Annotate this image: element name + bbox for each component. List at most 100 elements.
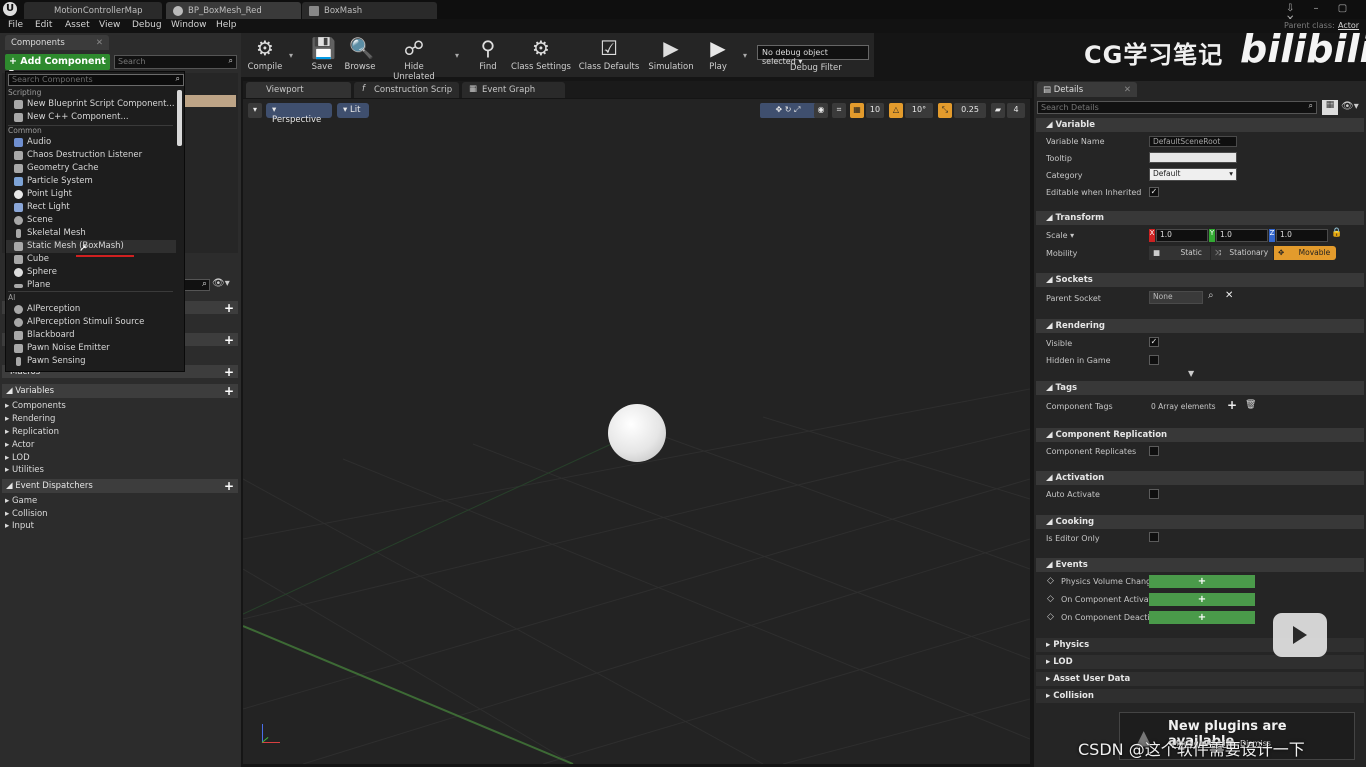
tab-viewport[interactable]: Viewport — [246, 82, 351, 98]
scale-y-field[interactable]: 1.0 — [1216, 229, 1268, 242]
category-select[interactable]: Default ▾ — [1149, 168, 1237, 181]
static-mesh-item[interactable]: Static Mesh (BoxMash) — [6, 240, 176, 253]
add-event-button[interactable]: + — [1149, 593, 1255, 606]
new-blueprint-script-item[interactable]: New Blueprint Script Component... — [6, 98, 176, 111]
perspective-button[interactable]: ▾ Perspective — [266, 103, 332, 125]
hidden-in-game-checkbox[interactable] — [1149, 355, 1159, 365]
menu-edit[interactable]: Edit — [35, 20, 52, 30]
new-cpp-component-item[interactable]: New C++ Component... — [6, 111, 176, 124]
debug-object-select[interactable]: No debug object selected ▾ — [757, 45, 869, 66]
particle-system-item[interactable]: Particle System — [6, 175, 176, 188]
dispatcher-category[interactable]: ▸ Game — [5, 496, 37, 506]
search-icon[interactable]: ⌕ — [1208, 290, 1214, 301]
var-category[interactable]: ▸ Rendering — [5, 414, 55, 424]
save-button[interactable]: 💾 Save — [307, 36, 337, 76]
menu-window[interactable]: Window — [171, 20, 207, 30]
details-tab[interactable]: ▤ Details ✕ — [1037, 82, 1137, 97]
dispatcher-category[interactable]: ▸ Collision — [5, 509, 48, 519]
dispatcher-category[interactable]: ▸ Input — [5, 521, 34, 531]
transform-tools[interactable]: ✥ ↻ ⤢ — [760, 103, 816, 118]
var-category[interactable]: ▸ Components — [5, 401, 66, 411]
grid-snap-value[interactable]: 10 — [866, 103, 884, 118]
camera-speed-value[interactable]: 4 — [1007, 103, 1025, 118]
add-dispatcher-icon[interactable]: + — [224, 479, 234, 493]
compile-options-chevron-icon[interactable]: ▾ — [289, 51, 293, 60]
myblueprint-search[interactable]: ⌕ — [182, 279, 210, 291]
trash-icon[interactable]: 🗑 — [1245, 400, 1256, 410]
event-dispatchers-header[interactable]: ◢ Event Dispatchers + — [2, 479, 238, 493]
collision-section[interactable]: ▸ Collision — [1036, 689, 1364, 703]
sphere-mesh[interactable] — [608, 404, 666, 462]
skeletal-mesh-item[interactable]: Skeletal Mesh — [6, 227, 176, 240]
component-replicates-checkbox[interactable] — [1149, 446, 1159, 456]
visible-checkbox[interactable]: ✓ — [1149, 337, 1159, 347]
add-tag-icon[interactable]: + — [1227, 398, 1237, 412]
editor-only-checkbox[interactable] — [1149, 532, 1159, 542]
surface-snap-icon[interactable]: ⌗ — [832, 103, 846, 118]
replication-section[interactable]: ◢ Component Replication — [1036, 428, 1364, 442]
add-event-button[interactable]: + — [1149, 611, 1255, 624]
editable-inherited-checkbox[interactable]: ✓ — [1149, 187, 1159, 197]
tab-construction-script[interactable]: f Construction Scrip — [354, 82, 459, 98]
point-light-item[interactable]: Point Light — [6, 188, 176, 201]
parent-socket-field[interactable]: None — [1149, 291, 1203, 304]
scale-x-field[interactable]: 1.0 — [1156, 229, 1208, 242]
lod-section[interactable]: ▸ LOD — [1036, 655, 1364, 669]
variables-section-header[interactable]: ◢ Variables + — [2, 384, 238, 398]
variable-section[interactable]: ◢ Variable — [1036, 118, 1364, 132]
rotation-snap-icon[interactable]: △ — [889, 103, 903, 118]
add-event-button[interactable]: + — [1149, 575, 1255, 588]
find-button[interactable]: ⚲ Find — [474, 36, 502, 76]
menu-file[interactable]: File — [8, 20, 23, 30]
asset-user-data-section[interactable]: ▸ Asset User Data — [1036, 672, 1364, 686]
transform-section[interactable]: ◢ Transform — [1036, 211, 1364, 225]
variable-name-field[interactable]: DefaultSceneRoot — [1149, 136, 1237, 147]
scale-snap-value[interactable]: 0.25 — [954, 103, 986, 118]
lit-button[interactable]: ▾ Lit — [337, 103, 369, 118]
details-search-input[interactable]: Search Details ⌕ — [1037, 101, 1317, 114]
rect-light-item[interactable]: Rect Light — [6, 201, 176, 214]
tab-level[interactable]: MotionControllerMap — [24, 2, 162, 19]
events-section[interactable]: ◢ Events — [1036, 558, 1364, 572]
cooking-section[interactable]: ◢ Cooking — [1036, 515, 1364, 529]
rendering-section[interactable]: ◢ Rendering — [1036, 319, 1364, 333]
add-component-button[interactable]: + Add Component ▾ — [5, 54, 110, 78]
menu-debug[interactable]: Debug — [132, 20, 162, 30]
pawn-sensing-item[interactable]: Pawn Sensing — [6, 355, 176, 368]
grid-snap-icon[interactable]: ▦ — [850, 103, 864, 118]
add-graph-icon[interactable]: + — [224, 301, 234, 315]
rotation-snap-value[interactable]: 10° — [905, 103, 933, 118]
scale-label[interactable]: Scale ▾ — [1046, 231, 1074, 240]
geometry-cache-item[interactable]: Geometry Cache — [6, 162, 176, 175]
viewport[interactable]: ▾ ▾ Perspective ▾ Lit ✥ ↻ ⤢ ◉ ⌗ ▦ 10 △ 1… — [243, 99, 1030, 764]
scale-snap-icon[interactable]: ⤡ — [938, 103, 952, 118]
var-category[interactable]: ▸ Utilities — [5, 465, 44, 475]
menu-asset[interactable]: Asset — [65, 20, 90, 30]
menu-view[interactable]: View — [99, 20, 120, 30]
scale-z-field[interactable]: 1.0 — [1276, 229, 1328, 242]
mobility-movable-button[interactable]: ✥ Movable — [1274, 246, 1336, 260]
eye-icon[interactable]: 👁▾ — [1341, 101, 1359, 112]
components-tab[interactable]: Components ✕ — [5, 35, 109, 50]
aiperception-stimuli-item[interactable]: AIPerception Stimuli Source — [6, 316, 176, 329]
add-variable-icon[interactable]: + — [224, 384, 234, 398]
mobility-stationary-button[interactable]: ⤨ Stationary — [1211, 246, 1273, 260]
auto-activate-checkbox[interactable] — [1149, 489, 1159, 499]
add-function-icon[interactable]: + — [224, 333, 234, 347]
components-search-input[interactable]: Search ⌕ — [114, 55, 237, 69]
advanced-expand-icon[interactable]: ▼ — [1188, 369, 1194, 378]
hide-unrelated-chevron-icon[interactable]: ▾ — [455, 51, 459, 60]
aiperception-item[interactable]: AIPerception — [6, 303, 176, 316]
play-button[interactable]: ▶ Play — [703, 36, 733, 76]
class-settings-button[interactable]: ⚙ Class Settings — [510, 36, 572, 76]
dropdown-scrollbar[interactable] — [177, 90, 182, 146]
var-category[interactable]: ▸ Actor — [5, 440, 34, 450]
unreal-logo-icon[interactable]: U — [3, 2, 17, 16]
property-matrix-icon[interactable]: ▦ — [1322, 100, 1338, 115]
lock-icon[interactable]: 🔒 — [1331, 228, 1342, 238]
var-category[interactable]: ▸ Replication — [5, 427, 59, 437]
activation-section[interactable]: ◢ Activation — [1036, 471, 1364, 485]
blackboard-item[interactable]: Blackboard — [6, 329, 176, 342]
simulation-button[interactable]: ▶ Simulation — [647, 36, 695, 76]
pawn-noise-emitter-item[interactable]: Pawn Noise Emitter — [6, 342, 176, 355]
